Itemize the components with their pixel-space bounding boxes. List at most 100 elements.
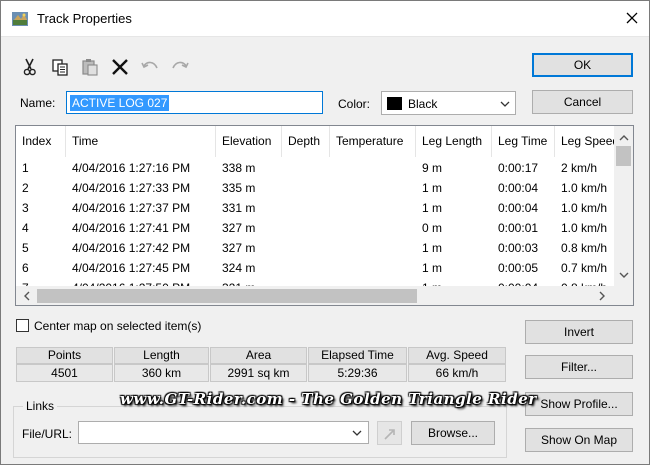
undo-icon [141,61,158,69]
app-icon [12,12,28,26]
table-cell: 1.0 km/h [561,201,608,215]
table-cell: 331 m [222,201,256,215]
table-cell: 3 [22,201,29,215]
table-cell: 0.8 km/h [561,241,608,255]
scroll-right-icon[interactable] [596,290,608,302]
table-cell: 2 [22,181,29,195]
paste-icon [82,59,98,76]
column-header-leg-time[interactable]: Leg Time [492,126,555,157]
table-cell: 1.0 km/h [561,221,608,235]
track-points-table[interactable]: Index Time Elevation Depth Temperature L… [15,125,634,306]
column-header-elevation[interactable]: Elevation [216,126,282,157]
table-cell: 4/04/2016 1:27:41 PM [72,221,191,235]
stat-header-length: Length [114,347,209,364]
open-link-button [377,421,402,445]
cut-icon[interactable] [20,57,40,77]
table-cell: 2 km/h [561,161,598,175]
table-cell: 4/04/2016 1:27:45 PM [72,261,191,275]
links-group-title: Links [23,399,58,413]
table-cell: 0 m [422,221,443,235]
file-url-input[interactable] [78,421,369,444]
table-cell: 5 [22,241,29,255]
table-cell: 0:00:04 [498,201,539,215]
table-cell: 0:00:17 [498,161,539,175]
table-cell: 6 [22,261,29,275]
stat-header-elapsed-time: Elapsed Time [308,347,407,364]
color-swatch [387,97,402,110]
table-cell: 4/04/2016 1:27:33 PM [72,181,191,195]
horizontal-scroll-thumb[interactable] [37,289,417,303]
stat-value-area: 2991 sq km [210,364,307,382]
table-cell: 4 [22,221,29,235]
table-cell: 1 [22,161,29,175]
table-row[interactable]: 1 4/04/2016 1:27:16 PM 338 m 9 m 0:00:17 2 km… [16,158,614,178]
column-header-time[interactable]: Time [66,126,216,157]
title-bar: Track Properties [1,1,649,37]
stat-header-points: Points [16,347,113,364]
name-input-value: ACTIVE LOG 027 [70,95,170,111]
table-cell: 0:00:03 [498,241,539,255]
column-header-index[interactable]: Index [16,126,66,157]
table-cell: 0.7 km/h [561,261,608,275]
table-cell: 0:00:04 [498,181,539,195]
name-input[interactable]: ACTIVE LOG 027 [66,91,323,114]
column-header-leg-speed[interactable]: Leg Speed [555,126,614,157]
table-cell: 1.0 km/h [561,181,608,195]
color-value: Black [408,97,438,111]
scroll-up-icon[interactable] [618,132,630,144]
column-header-temperature[interactable]: Temperature [330,126,416,157]
scroll-down-icon[interactable] [618,269,630,281]
delete-icon[interactable] [110,57,130,77]
scroll-left-icon[interactable] [21,290,33,302]
color-label: Color: [338,97,371,111]
center-map-checkbox[interactable] [16,319,29,332]
browse-button[interactable]: Browse... [411,421,495,445]
table-cell: 1 m [422,261,443,275]
horizontal-scrollbar[interactable] [16,286,633,305]
table-cell: 1 m [422,201,443,215]
table-row[interactable]: 5 4/04/2016 1:27:42 PM 327 m 1 m 0:00:03 0.8 … [16,238,614,258]
show-on-map-button[interactable]: Show On Map [525,428,633,452]
table-cell: 1 m [422,181,443,195]
name-label: Name: [20,96,56,110]
column-header-depth[interactable]: Depth [282,126,330,157]
table-row[interactable]: 6 4/04/2016 1:27:45 PM 324 m 1 m 0:00:05 0.7 … [16,258,614,278]
table-cell: 4/04/2016 1:27:42 PM [72,241,191,255]
track-properties-dialog: Track Properties OK Cancel Name: ACTIVE … [0,0,650,465]
table-cell: 335 m [222,181,256,195]
copy-icon[interactable] [50,57,70,77]
show-profile-button[interactable]: Show Profile... [525,392,633,416]
stat-value-avg-speed: 66 km/h [408,364,506,382]
chevron-down-icon [500,101,510,107]
table-cell: 0:00:01 [498,221,539,235]
stat-value-points: 4501 [16,364,113,382]
window-title: Track Properties [37,11,132,26]
filter-button[interactable]: Filter... [525,355,633,379]
column-header-leg-length[interactable]: Leg Length [416,126,492,157]
table-row[interactable]: 4 4/04/2016 1:27:41 PM 327 m 0 m 0:00:01 1.0 … [16,218,614,238]
chevron-down-icon[interactable] [351,427,363,439]
center-map-label: Center map on selected item(s) [34,319,202,333]
table-cell: 1 m [422,241,443,255]
redo-icon [172,61,189,69]
stat-value-elapsed-time: 5:29:36 [308,364,407,382]
table-cell: 4/04/2016 1:27:16 PM [72,161,191,175]
invert-button[interactable]: Invert [525,320,633,344]
table-cell: 338 m [222,161,256,175]
table-cell: 0:00:05 [498,261,539,275]
table-cell: 4/04/2016 1:27:37 PM [72,201,191,215]
vertical-scroll-thumb[interactable] [616,146,631,166]
table-cell: 9 m [422,161,443,175]
stat-value-length: 360 km [114,364,209,382]
vertical-scrollbar[interactable] [614,126,633,286]
stat-header-area: Area [210,347,307,364]
cancel-button[interactable]: Cancel [532,90,633,114]
close-icon[interactable] [623,9,641,27]
table-row[interactable]: 2 4/04/2016 1:27:33 PM 335 m 1 m 0:00:04 1.0 … [16,178,614,198]
file-url-label: File/URL: [22,427,73,441]
open-link-icon [384,429,395,440]
color-select[interactable]: Black [381,91,516,115]
table-row[interactable]: 3 4/04/2016 1:27:37 PM 331 m 1 m 0:00:04 1.0 … [16,198,614,218]
table-cell: 327 m [222,221,256,235]
ok-button[interactable]: OK [532,53,633,77]
